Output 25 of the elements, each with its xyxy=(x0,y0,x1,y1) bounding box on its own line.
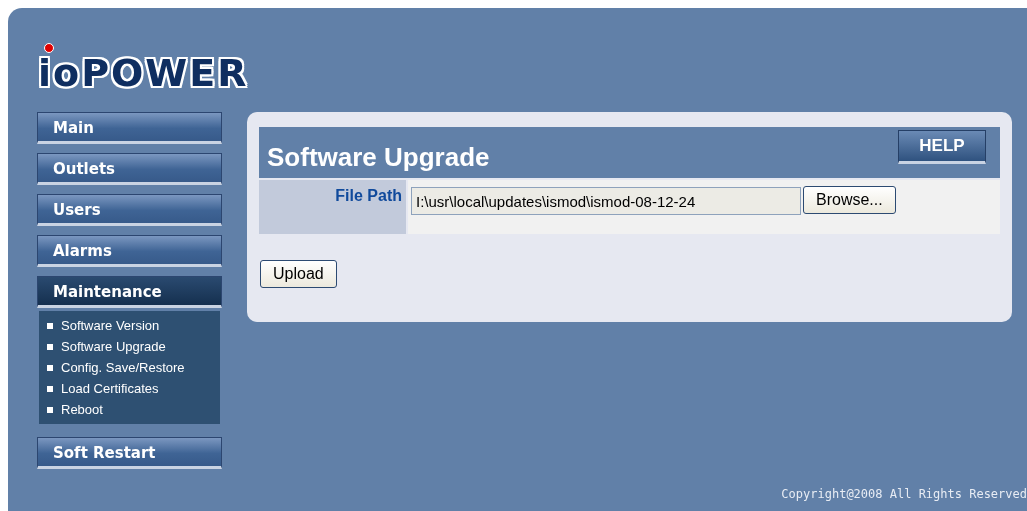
submenu-link[interactable]: Load Certificates xyxy=(61,381,159,396)
submenu-link[interactable]: Reboot xyxy=(61,402,103,417)
nav-button[interactable]: Soft Restart xyxy=(37,437,222,469)
nav-button[interactable]: Maintenance xyxy=(37,276,222,308)
bullet-icon xyxy=(47,385,53,392)
help-button[interactable]: HELP xyxy=(898,129,986,164)
submenu-link[interactable]: Software Version xyxy=(61,318,160,333)
page-title: Software Upgrade xyxy=(267,142,490,173)
upload-button[interactable]: Upload xyxy=(260,260,337,288)
copyright-text: Copyright@2008 All Rights Reserved xyxy=(781,487,1027,501)
nav-button[interactable]: Alarms xyxy=(37,235,222,267)
nav-button[interactable]: Outlets xyxy=(37,153,222,185)
submenu-link[interactable]: Software Upgrade xyxy=(61,339,166,354)
bullet-icon xyxy=(47,322,53,329)
logo-dot-icon xyxy=(44,43,54,53)
file-path-field[interactable]: I:\usr\local\updates\ismod\ismod-08-12-24 xyxy=(411,187,801,215)
field-label: File Path xyxy=(335,187,402,204)
submenu-link[interactable]: Config. Save/Restore xyxy=(61,360,185,375)
nav-button[interactable]: Users xyxy=(37,194,222,226)
bullet-icon xyxy=(47,343,53,350)
logo: ioPOWER xyxy=(38,54,249,92)
bullet-icon xyxy=(47,406,53,413)
bullet-icon xyxy=(47,364,53,371)
nav-button[interactable]: Main xyxy=(37,112,222,144)
browse-button[interactable]: Browse... xyxy=(803,186,896,214)
